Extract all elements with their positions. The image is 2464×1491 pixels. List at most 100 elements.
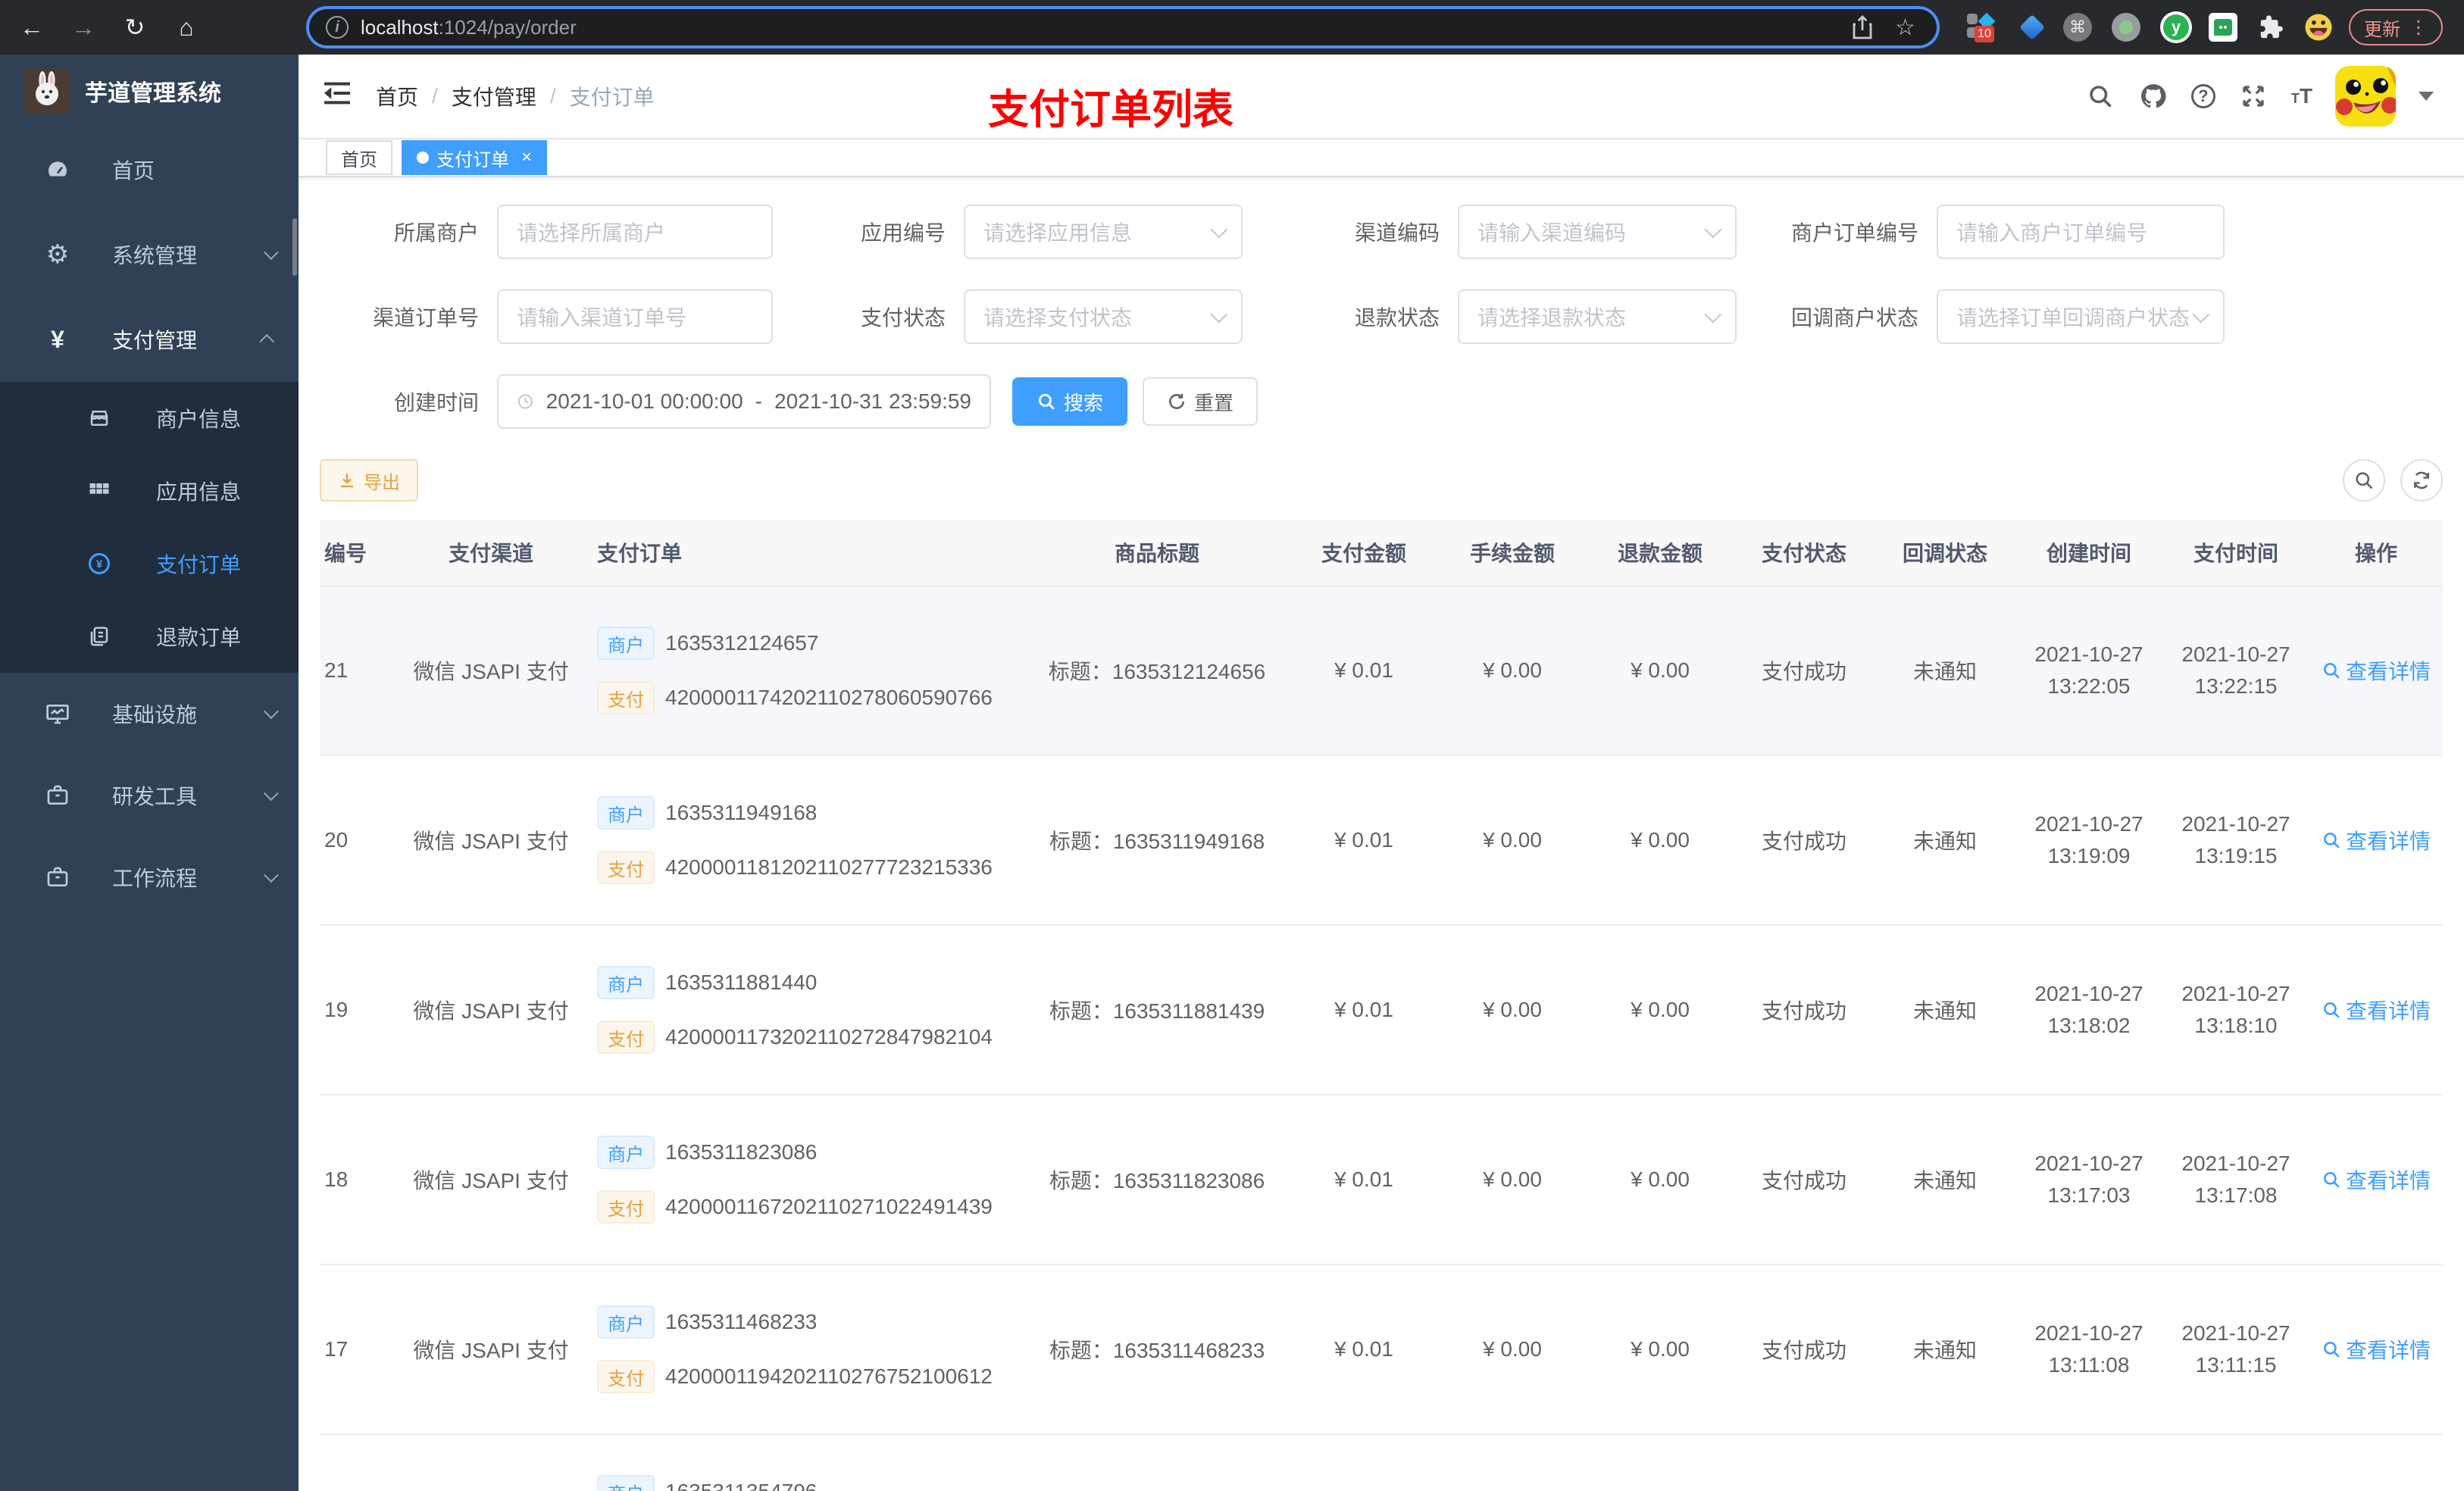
browser-reload-icon[interactable]: ↻ [115,8,155,47]
sidebar-item-infrastructure[interactable]: 基础设施 [0,673,299,755]
extension-record-icon[interactable] [2109,0,2143,55]
sidebar-item-label: 基础设施 [112,703,198,727]
url-text[interactable]: localhost:1024/pay/order [361,16,577,39]
site-info-icon[interactable]: i [326,16,349,39]
channel-code-select[interactable]: 请输入渠道编码 [1458,205,1737,259]
column-header: 操作 [2354,542,2397,565]
extension-emoji-icon[interactable] [2300,0,2337,55]
view-detail-link[interactable]: 查看详情 [2322,655,2431,686]
filter-row-1: 所属商户 请选择所属商户 应用编号 请选择应用信息 渠道编码 请输入渠道编码 商… [320,205,2443,259]
browser-update-button[interactable]: 更新 ⋮ [2349,9,2443,45]
refresh-table-button[interactable] [2400,459,2443,502]
reset-button-label: 重置 [1194,391,1234,414]
pay-tag: 支付 [597,1360,655,1393]
placeholder-text: 请输入商户订单编号 [1956,221,2148,245]
refresh-icon [1169,393,1184,409]
browser-back-icon[interactable]: ← [12,8,52,47]
table-row[interactable]: 20 微信 JSAPI 支付 商户 1635311949168 支付 42000… [320,756,2443,926]
close-icon[interactable]: × [521,147,532,168]
search-icon[interactable] [2085,81,2115,111]
chevron-down-icon [1704,220,1722,239]
app-logo[interactable]: 芋道管理系统 [0,55,299,127]
notify-status-select[interactable]: 请选择订单回调商户状态 [1937,289,2225,344]
cell-refund: ¥ 0.00 [1631,658,1690,682]
view-detail-link[interactable]: 查看详情 [2322,1164,2431,1195]
export-button[interactable]: 导出 [320,459,418,502]
cell-pay-order: 商户 1635311468233 支付 42000011942021102767… [582,1265,1024,1433]
sidebar-item-app-info[interactable]: 应用信息 [0,455,299,527]
sidebar-item-home[interactable]: 首页 [0,127,299,212]
extension-badge-icon[interactable]: 10 [1962,0,1999,55]
font-size-icon[interactable]: TT [2291,84,2312,108]
hamburger-icon[interactable] [323,80,352,112]
avatar[interactable] [2335,66,2396,127]
filter-label: 创建时间 [393,391,479,414]
table-row[interactable]: 17 微信 JSAPI 支付 商户 1635311468233 支付 42000… [320,1265,2443,1435]
view-detail-link[interactable]: 查看详情 [2322,825,2431,855]
sidebar-item-workflow[interactable]: 工作流程 [0,836,299,918]
cell-create-time: 2021-10-27 13:17:03 [2034,1152,2143,1207]
extension-vue-icon[interactable]: y [2158,0,2194,55]
merchant-order-no-input[interactable]: 请输入商户订单编号 [1937,205,2225,259]
caret-down-icon[interactable] [2419,92,2434,101]
search-button[interactable]: 搜索 [1012,377,1128,426]
placeholder-text: 请选择订单回调商户状态 [1956,306,2190,330]
browser-home-icon[interactable]: ⌂ [167,8,206,47]
app-select[interactable]: 请选择应用信息 [964,205,1243,259]
github-icon[interactable] [2138,81,2169,111]
search-icon [2324,1002,2340,1018]
sidebar-item-system[interactable]: ⚙ 系统管理 [0,212,299,297]
refund-status-select[interactable]: 请选择退款状态 [1458,289,1737,344]
pay-tag: 支付 [597,1021,655,1054]
share-icon[interactable] [1851,15,1874,39]
pay-status-select[interactable]: 请选择支付状态 [964,289,1243,344]
cell-channel: 微信 JSAPI 支付 [413,830,569,853]
reset-button[interactable]: 重置 [1143,377,1259,426]
table-row[interactable]: 21 微信 JSAPI 支付 商户 1635312124657 支付 42000… [320,586,2443,756]
sidebar-item-pay-order[interactable]: ¥ 支付订单 [0,527,299,600]
cell-create-time: 2021-10-27 13:11:08 [2034,1321,2143,1377]
date-range-input[interactable]: 2021-10-01 00:00:00 - 2021-10-31 23:59:5… [497,374,991,429]
column-header: 支付订单 [597,542,683,565]
browser-forward-icon[interactable]: → [64,8,103,47]
sidebar-item-dev-tools[interactable]: 研发工具 [0,755,299,836]
column-header: 支付时间 [2193,542,2278,565]
cell-create-time: 2021-10-27 13:19:09 [2034,812,2143,867]
table-row[interactable]: 18 微信 JSAPI 支付 商户 1635311823086 支付 42000… [320,1096,2443,1265]
view-detail-link[interactable]: 查看详情 [2322,1334,2431,1364]
breadcrumb-home[interactable]: 首页 [376,81,418,111]
sidebar-scrollbar[interactable] [292,218,297,276]
help-icon[interactable]: ? [2190,84,2215,108]
view-detail-link[interactable]: 查看详情 [2322,995,2431,1025]
extension-gem-icon[interactable] [2015,0,2049,55]
cell-title [1024,1435,1290,1491]
sidebar-item-payment[interactable]: ¥ 支付管理 [0,297,299,382]
table-row[interactable]: 19 微信 JSAPI 支付 商户 1635311881440 支付 42000… [320,926,2443,1096]
cell-notify [1875,1435,2015,1491]
bookmark-star-icon[interactable]: ☆ [1895,14,1915,41]
pay-order-line: 支付 4200001173202110272847982104 [597,1021,993,1054]
sidebar-item-refund-order[interactable]: 退款订单 [0,600,299,673]
sidebar-item-merchant-info[interactable]: 商户信息 [0,382,299,455]
extensions-puzzle-icon[interactable] [2255,0,2288,55]
browser-toolbar: ← → ↻ ⌂ i localhost:1024/pay/order ☆ 10 [0,0,2464,55]
cell-action: 查看详情 [2309,926,2443,1094]
toggle-search-button[interactable] [2343,459,2385,502]
tag-home[interactable]: 首页 [326,140,392,175]
channel-order-no-input[interactable]: 请输入渠道订单号 [497,289,773,344]
address-bar[interactable]: i localhost:1024/pay/order ☆ [306,6,1940,48]
table-row[interactable]: 商户 1635311354796 支付 [320,1435,2443,1491]
breadcrumb-pay-management[interactable]: 支付管理 [452,81,536,111]
tag-pay-order[interactable]: 支付订单 × [402,140,548,175]
pay-order-no: 4200001181202110277723215336 [665,855,993,879]
merchant-select-input[interactable]: 请选择所属商户 [497,205,773,259]
browser-menu-dots-icon[interactable]: ⋮ [2409,17,2428,39]
merchant-tag: 商户 [597,966,655,999]
pay-tag: 支付 [597,1190,655,1224]
fullscreen-icon[interactable] [2238,81,2269,111]
placeholder-text: 请输入渠道编码 [1477,221,1627,245]
sidebar-item-label: 系统管理 [112,244,198,267]
cell-amount: ¥ 0.01 [1334,1167,1393,1191]
extension-chat-icon[interactable] [2206,0,2240,55]
extension-command-icon[interactable]: ⌘ [2061,0,2094,55]
